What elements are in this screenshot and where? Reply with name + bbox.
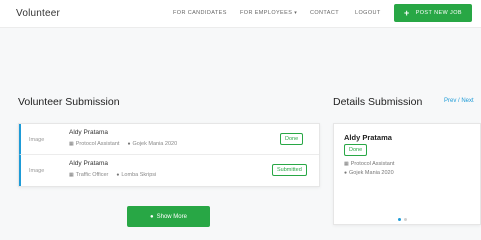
briefcase-icon: ▦ <box>69 141 74 147</box>
details-submission-title: Details Submission <box>333 96 423 108</box>
row-meta: ▦ Traffic Officer ● Lomba Skripsi <box>69 172 156 178</box>
nav-for-employees[interactable]: FOR EMPLOYEES ▾ <box>240 10 297 16</box>
carousel-dot-active[interactable] <box>398 218 401 221</box>
briefcase-icon: ▦ <box>344 161 349 167</box>
list-item[interactable]: Image Aldy Pratama ▦ Traffic Officer ● Lomb… <box>19 155 319 186</box>
app-logo[interactable]: Volunteer <box>16 8 60 19</box>
details-card: Aldy Pratama Done ▦ Protocol Assistant ● G… <box>333 123 481 225</box>
status-badge: Submitted <box>272 164 307 176</box>
list-item[interactable]: Image Aldy Pratama ▦ Protocol Assistant ● G… <box>19 124 319 155</box>
row-image-placeholder: Image <box>29 168 45 174</box>
post-new-job-label: POST NEW JOB <box>415 10 462 16</box>
status-badge: Done <box>280 133 304 145</box>
carousel-dot[interactable] <box>404 218 407 221</box>
prev-next-link[interactable]: Prev / Next <box>444 98 474 104</box>
location-pin-icon: ● <box>344 170 348 176</box>
briefcase-icon: ▦ <box>69 172 74 178</box>
details-role-text: Protocol Assistant <box>350 161 395 167</box>
location-pin-icon: ● <box>116 172 120 178</box>
show-more-button[interactable]: ● Show More <box>127 206 210 227</box>
status-badge: Done <box>344 144 368 156</box>
volunteer-submission-title: Volunteer Submission <box>18 96 120 108</box>
row-role: Traffic Officer <box>75 172 109 178</box>
plus-icon: + <box>404 8 410 18</box>
top-navbar: Volunteer FOR CANDIDATES FOR EMPLOYEES ▾ … <box>0 0 481 28</box>
row-location: Lomba Skripsi <box>121 172 157 178</box>
details-location-text: Gojek Mania 2020 <box>349 170 394 176</box>
details-name: Aldy Pratama <box>344 133 392 142</box>
row-name: Aldy Pratama <box>69 160 109 167</box>
row-image-placeholder: Image <box>29 137 45 143</box>
nav-for-employees-label: FOR EMPLOYEES <box>240 10 293 16</box>
nav-contact[interactable]: CONTACT <box>310 10 339 16</box>
row-location: Gojek Mania 2020 <box>132 141 178 147</box>
location-pin-icon: ● <box>127 141 131 147</box>
row-meta: ▦ Protocol Assistant ● Gojek Mania 2020 <box>69 141 177 147</box>
details-role: ▦ Protocol Assistant <box>344 161 394 167</box>
chevron-down-icon: ▾ <box>294 10 298 16</box>
nav-logout[interactable]: LOGOUT <box>355 10 381 16</box>
row-role: Protocol Assistant <box>75 141 120 147</box>
row-name: Aldy Pratama <box>69 129 109 136</box>
show-more-label: Show More <box>156 213 187 220</box>
nav-for-candidates[interactable]: FOR CANDIDATES <box>173 10 227 16</box>
eye-icon: ● <box>150 213 154 220</box>
carousel-dots <box>398 208 410 226</box>
details-location: ● Gojek Mania 2020 <box>344 170 394 176</box>
submission-list: Image Aldy Pratama ▦ Protocol Assistant ● G… <box>18 123 320 187</box>
post-new-job-button[interactable]: + POST NEW JOB <box>394 4 472 22</box>
